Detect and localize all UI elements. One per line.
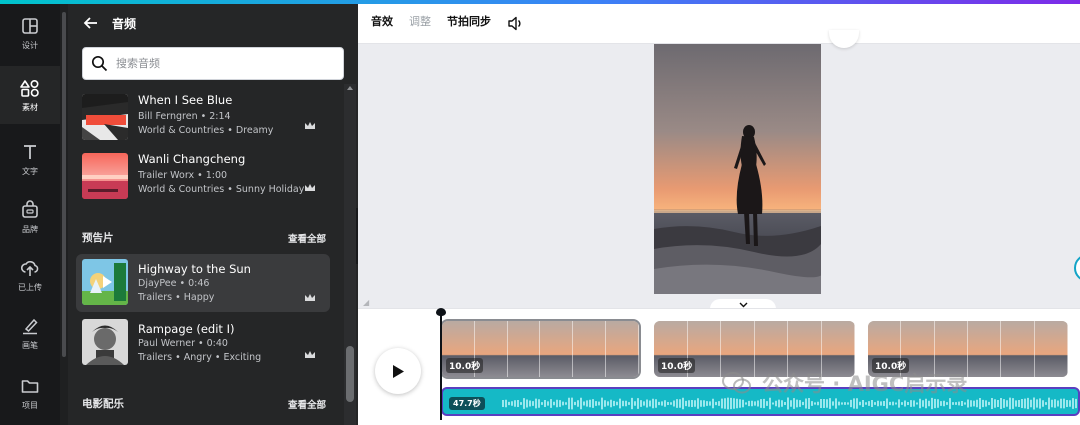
- panel-title: 音频: [112, 16, 137, 31]
- rail-label: 设计: [22, 40, 38, 50]
- crown-icon: [305, 294, 315, 301]
- track-cover: [82, 259, 128, 305]
- track-artist: Paul Werner • 0:40: [138, 338, 228, 349]
- track-item[interactable]: When I See Blue Bill Ferngren • 2:14 Wor…: [76, 89, 330, 147]
- track-tags: Trailers • Happy: [138, 292, 215, 303]
- volume-icon[interactable]: [507, 15, 524, 32]
- video-frame[interactable]: [654, 44, 821, 294]
- track-title: Wanli Changcheng: [138, 152, 246, 166]
- track-item[interactable]: Highway to the Sun DjayPee • 0:46 Traile…: [76, 254, 330, 312]
- audio-track[interactable]: 47.7秒: [441, 387, 1080, 416]
- crown-icon: [305, 184, 315, 191]
- back-arrow-icon[interactable]: [82, 14, 100, 32]
- playhead[interactable]: [440, 310, 442, 420]
- rail-label: 已上传: [18, 282, 42, 292]
- rail-label: 品牌: [22, 224, 38, 234]
- rail-item-brand[interactable]: 品牌: [0, 188, 60, 246]
- track-tags: World & Countries • Sunny Holiday: [138, 184, 305, 195]
- beat-sync-button[interactable]: 节拍同步: [447, 13, 491, 29]
- clip-duration: 10.0秒: [446, 358, 484, 373]
- track-artist: DjayPee • 0:46: [138, 278, 210, 289]
- elements-icon: [20, 79, 39, 97]
- left-rail: 设计 素材 文字 品牌 已上传 画笔 项目: [0, 4, 60, 425]
- section-title-trailers: 预告片: [82, 232, 114, 244]
- scroll-up-arrow-icon[interactable]: [347, 86, 353, 90]
- track-artist: Bill Ferngren • 2:14: [138, 111, 231, 122]
- audio-duration: 47.7秒: [449, 397, 485, 410]
- panel-header: 音频: [82, 14, 136, 32]
- track-cover: [82, 153, 128, 199]
- adjust-button[interactable]: 调整: [409, 13, 431, 29]
- effects-button[interactable]: 音效: [371, 13, 393, 29]
- resize-marker-icon: ◢: [363, 298, 370, 307]
- rail-label: 文字: [22, 166, 38, 176]
- see-all-link[interactable]: 查看全部: [288, 231, 326, 245]
- scrollbar-thumb[interactable]: [346, 346, 354, 402]
- track-title: When I See Blue: [138, 93, 233, 107]
- rail-label: 项目: [22, 400, 38, 410]
- rail-label: 素材: [22, 102, 38, 112]
- track-title: Highway to the Sun: [138, 262, 251, 276]
- crown-icon: [305, 351, 315, 358]
- rail-item-projects[interactable]: 项目: [0, 364, 60, 422]
- text-icon: [24, 144, 36, 159]
- track-title: Rampage (edit I): [138, 322, 235, 336]
- track-cover: [82, 94, 128, 140]
- playhead-handle[interactable]: [436, 308, 446, 316]
- see-all-link[interactable]: 查看全部: [288, 397, 326, 411]
- track-tags: Trailers • Angry • Exciting: [138, 352, 262, 363]
- rail-item-design[interactable]: 设计: [0, 4, 60, 62]
- video-clip[interactable]: 10.0秒: [868, 321, 1068, 377]
- video-clip[interactable]: 10.0秒: [654, 321, 855, 377]
- rail-label: 画笔: [22, 340, 38, 350]
- crown-icon: [305, 122, 315, 129]
- audio-waveform: [502, 397, 1077, 410]
- video-clip[interactable]: 10.0秒: [440, 319, 641, 379]
- play-icon: [392, 364, 404, 378]
- clip-duration: 10.0秒: [872, 358, 910, 373]
- clip-duration: 10.0秒: [658, 358, 696, 373]
- rail-scrollbar[interactable]: [60, 4, 68, 425]
- track-cover: [82, 319, 128, 365]
- track-artist: Trailer Worx • 1:00: [138, 170, 228, 181]
- track-item[interactable]: Rampage (edit I) Paul Werner • 0:40 Trai…: [76, 314, 330, 372]
- upload-icon: [20, 260, 39, 276]
- rail-item-text[interactable]: 文字: [0, 130, 60, 188]
- search-input[interactable]: [116, 57, 336, 70]
- play-button[interactable]: [375, 348, 421, 394]
- scrollbar-thumb[interactable]: [62, 12, 66, 357]
- section-title-film-scores: 电影配乐: [82, 398, 124, 410]
- track-item[interactable]: Wanli Changcheng Trailer Worx • 1:00 Wor…: [76, 148, 330, 206]
- search-box[interactable]: [82, 47, 344, 80]
- rail-item-elements[interactable]: 素材: [0, 66, 60, 124]
- layout-icon: [22, 17, 38, 34]
- panel-scrollbar[interactable]: [344, 84, 356, 425]
- track-tags: World & Countries • Dreamy: [138, 125, 274, 136]
- rail-item-uploads[interactable]: 已上传: [0, 246, 60, 304]
- brand-icon: [22, 199, 38, 218]
- rail-item-draw[interactable]: 画笔: [0, 304, 60, 362]
- search-icon: [91, 55, 108, 72]
- draw-icon: [23, 318, 38, 334]
- folder-icon: [21, 379, 39, 393]
